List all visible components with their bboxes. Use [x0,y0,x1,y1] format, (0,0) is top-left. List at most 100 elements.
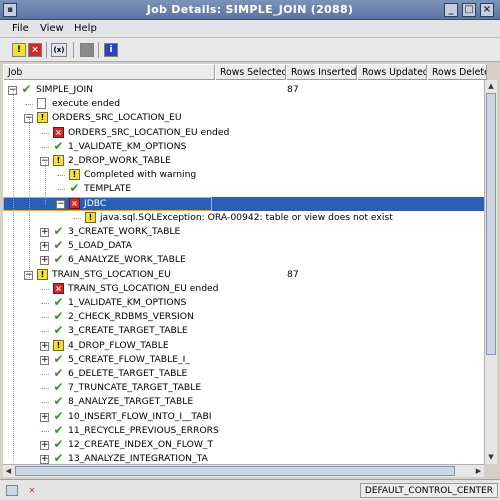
stop-icon[interactable] [80,43,94,57]
tree-row-label: Completed with warning [84,169,197,181]
success-check-icon: ✔ [53,422,64,437]
tree-row[interactable]: execute ended [3,97,484,111]
warning-icon: ! [37,112,48,124]
tree-row[interactable]: ! Completed with warning [3,168,484,182]
tree-row[interactable]: ✔ 7_TRUNCATE_TARGET_TABLE [3,381,484,395]
success-check-icon: ✔ [53,366,64,380]
column-header-row: Job Rows Selected Rows Inserted Rows Upd… [3,64,487,80]
tree-row[interactable]: ✔ 3_CREATE_TARGET_TABLE [3,324,484,338]
tree-row[interactable]: × ORDERS_SRC_LOCATION_EU ended [3,126,484,140]
tree-row-label: TRAIN_STG_LOCATION_EU [52,268,171,280]
success-check-icon: ✔ [53,408,64,423]
tree-row-label: 1_VALIDATE_KM_OPTIONS [68,140,187,152]
tree-guide-line [41,388,49,390]
menu-file[interactable]: File [12,23,29,34]
info-icon[interactable]: i [104,43,118,57]
warning-icon: ! [53,155,64,166]
tree-row[interactable]: + ✔ 5_CREATE_FLOW_TABLE_I_ [3,353,484,367]
focus-outline [3,196,212,211]
tree-row[interactable]: −! 2_DROP_WORK_TABLE [3,154,484,168]
success-check-icon: ✔ [53,224,64,238]
expand-icon[interactable]: + [40,355,49,365]
tree-row[interactable]: ✔ 11_RECYCLE_PREVIOUS_ERRORS [3,424,484,438]
tree-row[interactable]: + ✔ 12_CREATE_INDEX_ON_FLOW_T [3,438,484,452]
tree-row[interactable]: ! java.sql.SQLException: ORA-00942: table… [3,211,484,225]
tree-row-label: ORDERS_SRC_LOCATION_EU ended [68,126,230,138]
tree-row-label: 13_ANALYZE_INTEGRATION_TA [68,453,208,464]
scroll-down-icon[interactable]: ▼ [486,452,496,463]
job-tree-table[interactable]: − ✔ SIMPLE_JOIN 87 execute ended −! ORDERS_SRC… [3,80,484,464]
errors-filter-icon[interactable]: × [28,43,42,57]
tree-row-label: 6_DELETE_TARGET_TABLE [68,368,188,379]
expand-icon[interactable]: + [40,242,49,252]
tree-row-label: 1_VALIDATE_KM_OPTIONS [68,297,187,308]
document-icon [37,98,46,110]
tree-row-label: 3_CREATE_TARGET_TABLE [68,325,188,337]
tree-guide-line [41,430,49,432]
status-error-icon: ✕ [28,486,36,495]
col-header-job[interactable]: Job [3,65,215,80]
expand-icon[interactable]: + [40,455,49,464]
menu-view[interactable]: View [40,23,64,34]
tree-row-label: 4_DROP_FLOW_TABLE [68,339,169,351]
tree-row[interactable]: + ✔ 6_ANALYZE_WORK_TABLE [3,253,484,267]
success-check-icon: ✔ [69,181,80,196]
tree-row[interactable]: ✔ 2_CHECK_RDBMS_VERSION [3,310,484,324]
tree-row[interactable]: × TRAIN_STG_LOCATION_EU ended [3,282,484,296]
vertical-scroll-thumb[interactable] [486,93,496,355]
success-check-icon: ✔ [53,138,64,153]
menu-help[interactable]: Help [74,23,97,34]
scroll-right-icon[interactable]: ▶ [473,466,484,476]
warning-icon: ! [85,211,96,223]
menu-bar: File View Help [0,20,500,38]
tree-row[interactable]: ✔ 6_DELETE_TARGET_TABLE [3,367,484,381]
expand-icon[interactable]: + [40,412,49,422]
tree-row[interactable]: + ✔ 10_INSERT_FLOW_INTO_I__TABI [3,410,484,424]
tree-row-label: TEMPLATE [84,183,132,195]
tree-row[interactable]: +! 4_DROP_FLOW_TABLE [3,339,484,353]
vertical-scrollbar[interactable]: ▲ ▼ [484,80,497,464]
tree-row[interactable]: ✔ 1_VALIDATE_KM_OPTIONS [3,140,484,154]
tree-row[interactable]: ✔ TEMPLATE [3,182,484,196]
col-header-rows-deleted[interactable]: Rows Deleted [427,65,487,80]
tree-row[interactable]: + ✔ 13_ANALYZE_INTEGRATION_TA [3,452,484,464]
tree-row[interactable]: −! TRAIN_STG_LOCATION_EU 87 [3,268,484,282]
tree-row[interactable]: − × JDBC [3,196,484,211]
tree-guide-line [41,374,49,375]
success-check-icon: ✔ [53,437,64,451]
tree-row[interactable]: ✔ 1_VALIDATE_KM_OPTIONS [3,296,484,310]
col-header-rows-inserted[interactable]: Rows Inserted [286,65,357,80]
close-button[interactable]: × [480,3,494,17]
col-header-rows-selected[interactable]: Rows Selected [215,65,286,80]
tree-row[interactable]: ✔ 8_ANALYZE_TARGET_TABLE [3,395,484,409]
status-context: DEFAULT_CONTROL_CENTER [359,483,498,498]
expand-icon[interactable]: + [40,228,49,237]
scroll-left-icon[interactable]: ◀ [3,466,14,476]
tree-row[interactable]: + ✔ 3_CREATE_WORK_TABLE [3,225,484,239]
tree-row-label: 12_CREATE_INDEX_ON_FLOW_T [68,439,214,450]
expand-icon[interactable]: + [40,441,49,450]
expand-icon[interactable]: + [40,256,49,266]
minimize-button[interactable]: _ [444,3,458,17]
toolbar: ! × (x) i [0,38,500,62]
tree-row-label: 10_INSERT_FLOW_INTO_I__TABI [68,410,212,422]
expand-icon[interactable]: + [40,341,49,351]
horizontal-scrollbar[interactable]: ◀ ▶ [3,464,484,477]
col-header-rows-updated[interactable]: Rows Updated [357,65,427,80]
tree-guide-line [41,402,49,404]
variables-icon[interactable]: (x) [51,43,67,57]
tree-row-label: execute ended [52,98,121,110]
maximize-button[interactable]: □ [462,3,476,17]
tree-row[interactable]: − ✔ SIMPLE_JOIN 87 [3,83,484,97]
tree-row[interactable]: + ✔ 5_LOAD_DATA [3,239,484,253]
rows-inserted-cell: 87 [287,84,299,95]
success-check-icon: ✔ [53,451,64,464]
error-icon: × [53,126,64,138]
scroll-up-icon[interactable]: ▲ [486,81,496,92]
tree-row[interactable]: −! ORDERS_SRC_LOCATION_EU [3,111,484,125]
success-check-icon: ✔ [53,295,64,309]
horizontal-scroll-thumb[interactable] [15,466,455,476]
tree-guide-line [41,132,49,134]
tree-row-label: 6_ANALYZE_WORK_TABLE [68,254,186,266]
warnings-filter-icon[interactable]: ! [12,43,26,57]
